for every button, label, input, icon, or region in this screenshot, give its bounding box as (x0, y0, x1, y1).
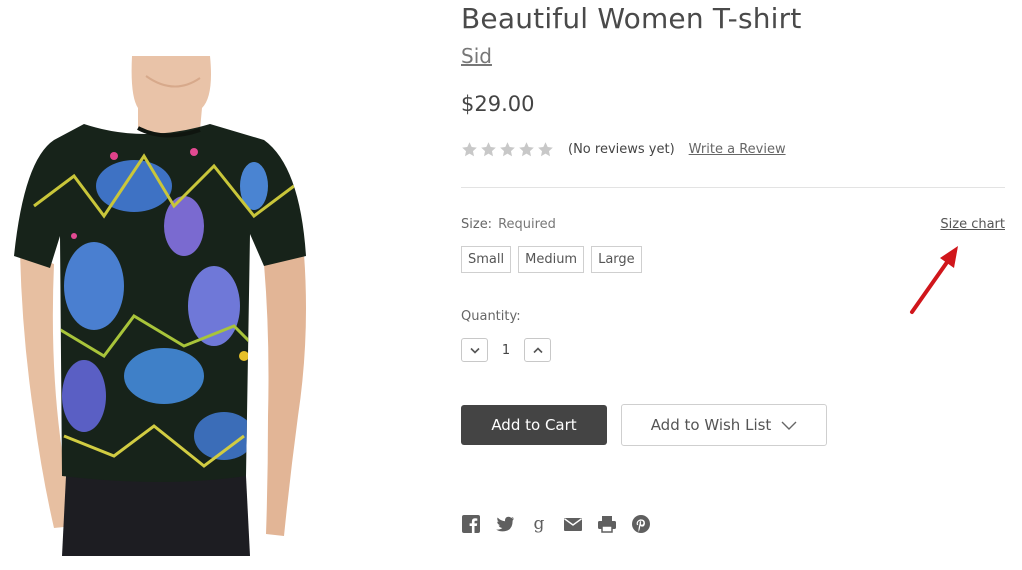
social-share: g (461, 514, 651, 534)
google-icon[interactable]: g (529, 514, 549, 534)
twitter-icon[interactable] (495, 514, 515, 534)
brand-link[interactable]: Sid (461, 44, 492, 68)
star-icon (462, 141, 477, 156)
star-icon (481, 141, 496, 156)
star-icon (519, 141, 534, 156)
product-price: $29.00 (461, 92, 535, 116)
quantity-stepper: 1 (461, 338, 551, 362)
rating-row: (No reviews yet) Write a Review (461, 139, 786, 159)
quantity-increase-button[interactable] (524, 338, 551, 362)
add-to-cart-button[interactable]: Add to Cart (461, 405, 607, 445)
size-option-large[interactable]: Large (591, 246, 642, 273)
star-icon (500, 141, 515, 156)
chevron-down-icon (781, 421, 797, 430)
email-icon[interactable] (563, 514, 583, 534)
wish-list-label: Add to Wish List (650, 416, 772, 434)
print-icon[interactable] (597, 514, 617, 534)
red-arrow-icon (910, 246, 958, 314)
add-to-wish-list-button[interactable]: Add to Wish List (621, 404, 827, 446)
product-image[interactable] (14, 56, 316, 556)
svg-text:g: g (534, 514, 545, 534)
product-title: Beautiful Women T-shirt (461, 2, 802, 35)
rating-stars (461, 141, 554, 158)
size-required-text: Required (498, 217, 556, 232)
size-label-text: Size: (461, 217, 493, 232)
quantity-label: Quantity: (461, 309, 521, 324)
chevron-up-icon (532, 346, 543, 353)
reviews-count: (No reviews yet) (568, 141, 675, 157)
divider (461, 187, 1005, 188)
product-info: Beautiful Women T-shirt Sid $29.00 (No r… (461, 0, 1005, 570)
size-chart-link[interactable]: Size chart (940, 217, 1005, 232)
quantity-value[interactable]: 1 (488, 343, 524, 358)
size-option-medium[interactable]: Medium (518, 246, 585, 273)
star-icon (538, 141, 553, 156)
quantity-decrease-button[interactable] (461, 338, 488, 362)
write-review-link[interactable]: Write a Review (689, 142, 786, 157)
size-option-small[interactable]: Small (461, 246, 512, 273)
size-label: Size: Required (461, 217, 556, 232)
size-options: Small Medium Large (461, 246, 642, 273)
chevron-down-icon (469, 347, 480, 354)
facebook-icon[interactable] (461, 514, 481, 534)
pinterest-icon[interactable] (631, 514, 651, 534)
